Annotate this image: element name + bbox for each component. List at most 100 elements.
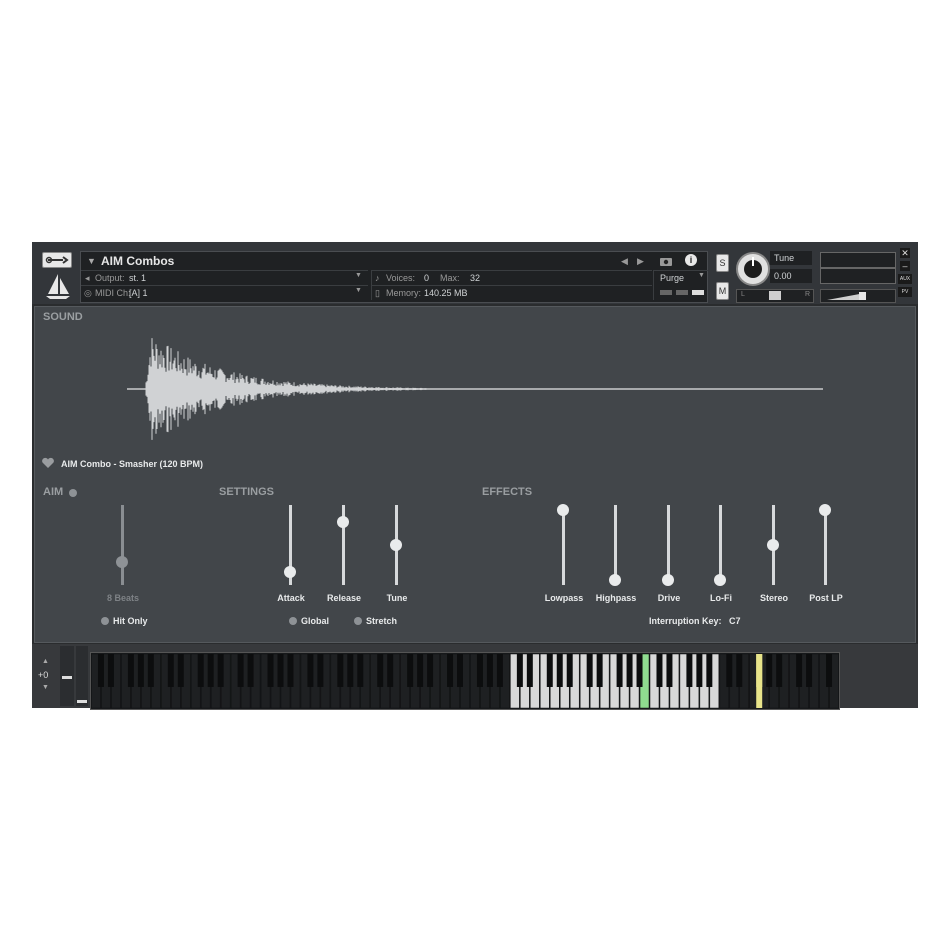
black-key[interactable] — [357, 654, 364, 687]
black-key[interactable] — [546, 654, 553, 687]
settings-slider-attack[interactable]: Attack — [261, 505, 321, 605]
black-key[interactable] — [736, 654, 743, 687]
black-key[interactable] — [666, 654, 673, 687]
aim-indicator[interactable] — [69, 489, 77, 497]
interruption-key-value[interactable]: C7 — [729, 616, 741, 626]
effects-slider-lowpass[interactable]: Lowpass — [534, 504, 594, 605]
effects-slider-handle[interactable] — [609, 574, 621, 586]
aux-button[interactable]: AUX — [898, 274, 912, 284]
max-value[interactable]: 32 — [470, 273, 480, 283]
next-instrument-icon[interactable]: ▶ — [637, 256, 644, 267]
piano-keyboard[interactable] — [90, 652, 840, 710]
black-key[interactable] — [626, 654, 633, 687]
effects-slider-handle[interactable] — [557, 504, 569, 516]
black-key[interactable] — [586, 654, 593, 687]
effects-slider-handle[interactable] — [767, 539, 779, 551]
black-key[interactable] — [496, 654, 503, 687]
pan-slider[interactable]: L R — [736, 289, 814, 303]
prev-instrument-icon[interactable]: ◀ — [621, 256, 628, 267]
instrument-name[interactable]: AIM Combos — [101, 254, 174, 268]
black-key[interactable] — [656, 654, 663, 687]
info-icon[interactable]: i — [685, 254, 697, 266]
black-key[interactable] — [377, 654, 384, 687]
key-switch-key[interactable] — [756, 654, 763, 708]
aim-slider-handle[interactable] — [116, 556, 128, 568]
pan-handle[interactable] — [769, 291, 781, 300]
solo-button[interactable]: S — [716, 254, 729, 272]
black-key[interactable] — [167, 654, 174, 687]
effects-slider-highpass[interactable]: Highpass — [586, 505, 646, 605]
pitch-wheel[interactable] — [60, 646, 74, 706]
black-key[interactable] — [447, 654, 454, 687]
volume-slider[interactable] — [820, 289, 896, 303]
black-key[interactable] — [417, 654, 424, 687]
effects-slider-stereo[interactable]: Stereo — [744, 505, 804, 605]
tune-knob[interactable] — [736, 252, 770, 286]
effects-slider-handle[interactable] — [714, 574, 726, 586]
black-key[interactable] — [337, 654, 344, 687]
global-toggle[interactable] — [289, 617, 297, 625]
black-key[interactable] — [596, 654, 603, 687]
black-key[interactable] — [177, 654, 184, 687]
black-key[interactable] — [796, 654, 803, 687]
settings-slider-release[interactable]: Release — [314, 505, 374, 605]
effects-slider-post-lp[interactable]: Post LP — [796, 504, 856, 605]
black-key[interactable] — [107, 654, 114, 687]
settings-slider-handle[interactable] — [390, 539, 402, 551]
octave-down-icon[interactable]: ▼ — [42, 684, 49, 691]
effects-slider-handle[interactable] — [662, 574, 674, 586]
black-key[interactable] — [766, 654, 773, 687]
aim-beats-slider[interactable]: 8 Beats — [93, 505, 153, 605]
tune-value-box[interactable]: 0.00 — [770, 269, 812, 283]
black-key[interactable] — [127, 654, 134, 687]
black-key[interactable] — [147, 654, 154, 687]
black-key[interactable] — [726, 654, 733, 687]
black-key[interactable] — [686, 654, 693, 687]
black-key[interactable] — [217, 654, 224, 687]
black-key[interactable] — [696, 654, 703, 687]
black-key[interactable] — [407, 654, 414, 687]
black-key[interactable] — [267, 654, 274, 687]
effects-slider-handle[interactable] — [819, 504, 831, 516]
effects-slider-drive[interactable]: Drive — [639, 505, 699, 605]
black-key[interactable] — [387, 654, 394, 687]
settings-slider-tune[interactable]: Tune — [367, 505, 427, 605]
black-key[interactable] — [826, 654, 833, 687]
black-key[interactable] — [347, 654, 354, 687]
black-key[interactable] — [516, 654, 523, 687]
heart-icon[interactable] — [41, 456, 55, 474]
black-key[interactable] — [197, 654, 204, 687]
black-key[interactable] — [616, 654, 623, 687]
black-key[interactable] — [566, 654, 573, 687]
black-key[interactable] — [526, 654, 533, 687]
menu-arrow-icon[interactable]: ▼ — [87, 256, 96, 266]
purge-area[interactable]: Purge ▼ — [653, 270, 708, 300]
pv-button[interactable]: PV — [898, 287, 912, 297]
black-key[interactable] — [476, 654, 483, 687]
black-key[interactable] — [636, 654, 643, 687]
black-key[interactable] — [457, 654, 464, 687]
wrench-button[interactable] — [42, 252, 72, 268]
octave-up-icon[interactable]: ▲ — [42, 658, 49, 665]
settings-slider-handle[interactable] — [337, 516, 349, 528]
hit-only-toggle[interactable] — [101, 617, 109, 625]
black-key[interactable] — [776, 654, 783, 687]
black-key[interactable] — [277, 654, 284, 687]
camera-icon[interactable] — [659, 254, 673, 266]
black-key[interactable] — [207, 654, 214, 687]
black-key[interactable] — [307, 654, 314, 687]
effects-slider-lo-fi[interactable]: Lo-Fi — [691, 505, 751, 605]
output-row[interactable]: ◂ Output: st. 1 ▼ — [81, 270, 368, 285]
black-key[interactable] — [247, 654, 254, 687]
midi-row[interactable]: ◎ MIDI Ch: [A] 1 ▼ — [81, 285, 368, 300]
black-key[interactable] — [486, 654, 493, 687]
minimize-icon[interactable]: – — [900, 261, 910, 271]
mute-button[interactable]: M — [716, 282, 729, 300]
mod-wheel[interactable] — [76, 646, 88, 706]
black-key[interactable] — [287, 654, 294, 687]
black-key[interactable] — [97, 654, 104, 687]
stretch-toggle[interactable] — [354, 617, 362, 625]
black-key[interactable] — [237, 654, 244, 687]
black-key[interactable] — [317, 654, 324, 687]
black-key[interactable] — [556, 654, 563, 687]
